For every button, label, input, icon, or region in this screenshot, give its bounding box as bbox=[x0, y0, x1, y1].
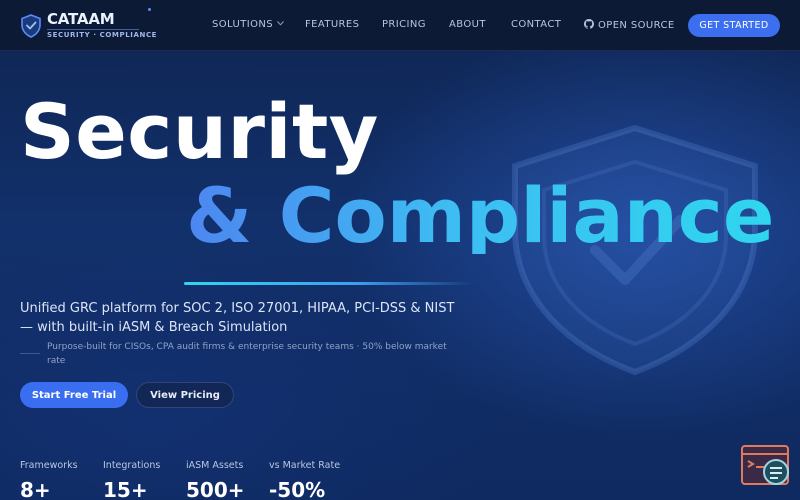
stat-label: Integrations bbox=[103, 460, 161, 471]
brand-underline bbox=[47, 29, 139, 30]
hero-note: Purpose-built for CISOs, CPA audit firms… bbox=[47, 342, 447, 366]
hero-title-line2: & Compliance bbox=[186, 171, 775, 260]
stat-label: vs Market Rate bbox=[269, 460, 341, 471]
nav-open-source-label: OPEN SOURCE bbox=[598, 20, 675, 31]
stat-value: 500+ bbox=[186, 478, 245, 500]
get-started-button[interactable]: GET STARTED bbox=[688, 14, 780, 37]
stat-value: -50% bbox=[269, 478, 326, 500]
terminal-chat-icon[interactable] bbox=[740, 444, 792, 488]
nav-pricing[interactable]: PRICING bbox=[382, 19, 426, 30]
stat-value: 15+ bbox=[103, 478, 148, 500]
github-icon bbox=[584, 19, 594, 29]
chevron-down-icon bbox=[277, 21, 284, 26]
stat-integrations: Integrations 15+ bbox=[103, 460, 161, 500]
stat-value: 8+ bbox=[20, 478, 51, 500]
nav-solutions-label: SOLUTIONS bbox=[212, 19, 273, 30]
brand-tagline: SECURITY · COMPLIANCE bbox=[47, 31, 158, 39]
nav-about[interactable]: ABOUT bbox=[449, 19, 486, 30]
stat-label: Frameworks bbox=[20, 460, 78, 471]
nav-contact[interactable]: CONTACT bbox=[511, 19, 561, 30]
hero-accent-line bbox=[184, 282, 474, 285]
top-navbar: CATAAM SECURITY · COMPLIANCE SOLUTIONS F… bbox=[0, 0, 800, 51]
stat-market-rate: vs Market Rate -50% bbox=[269, 460, 341, 500]
note-divider bbox=[20, 353, 40, 354]
stat-iasm-assets: iASM Assets 500+ bbox=[186, 460, 245, 500]
brand-logo[interactable]: CATAAM SECURITY · COMPLIANCE bbox=[18, 8, 158, 44]
hero-subtitle: Unified GRC platform for SOC 2, ISO 2700… bbox=[20, 301, 455, 335]
brand-name: CATAAM bbox=[47, 10, 115, 28]
hero-title-line1: Security bbox=[20, 87, 379, 176]
nav-features[interactable]: FEATURES bbox=[305, 19, 359, 30]
view-pricing-button[interactable]: View Pricing bbox=[136, 382, 234, 408]
stat-label: iASM Assets bbox=[186, 460, 244, 471]
shield-logo-icon bbox=[21, 14, 41, 38]
brand-dot bbox=[148, 8, 151, 11]
nav-solutions[interactable]: SOLUTIONS bbox=[212, 19, 284, 30]
stat-frameworks: Frameworks 8+ bbox=[20, 460, 78, 500]
start-free-trial-button[interactable]: Start Free Trial bbox=[20, 382, 128, 408]
nav-open-source[interactable]: OPEN SOURCE bbox=[584, 19, 675, 31]
